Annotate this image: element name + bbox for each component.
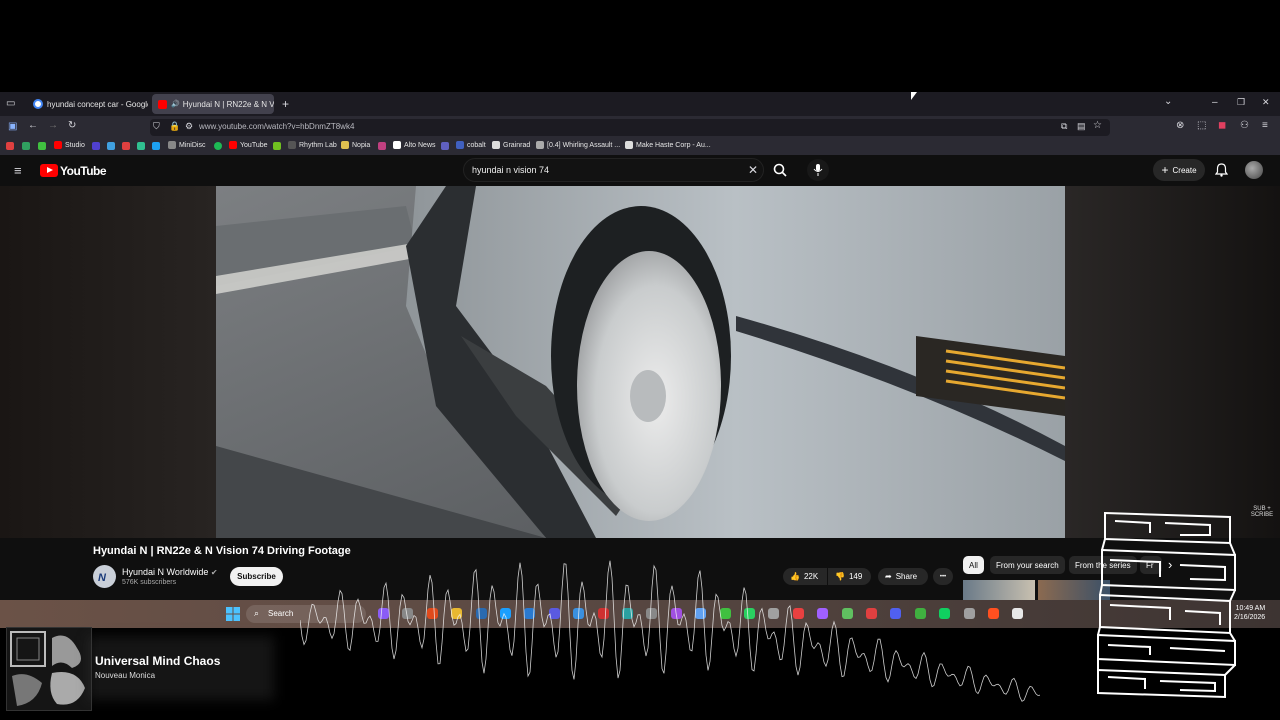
- bookmark-favicon-icon[interactable]: [137, 142, 145, 150]
- bookmark-studio[interactable]: Studio: [54, 141, 85, 149]
- cobalt-icon: [456, 141, 464, 149]
- notifications-bell-icon[interactable]: [1215, 163, 1228, 177]
- song-artist: Nouveau Monica: [95, 671, 156, 680]
- list-all-tabs-button[interactable]: ⌄: [1164, 97, 1172, 107]
- new-tab-button[interactable]: +: [282, 98, 289, 110]
- bookmark-grainrad[interactable]: Grainrad: [492, 141, 530, 149]
- back-button[interactable]: ←: [28, 121, 38, 131]
- subscribe-button[interactable]: Subscribe: [230, 567, 283, 586]
- google-favicon-icon: [33, 99, 43, 109]
- clear-search-icon[interactable]: ✕: [748, 164, 758, 176]
- rhythm-lab-icon: [288, 141, 296, 149]
- verified-badge-icon: ✔: [210, 568, 218, 577]
- youtube-logo-play-icon: [47, 167, 53, 173]
- tab-youtube-active[interactable]: 🔊 Hyundai N | RN22e & N Vi ✕: [152, 94, 274, 114]
- maximize-button[interactable]: ❐: [1237, 98, 1245, 107]
- ambient-glow-right: [1065, 186, 1280, 538]
- subscribe-watermark[interactable]: SUB + SCRIBE: [1250, 506, 1274, 518]
- bookmark-minidisc[interactable]: MiniDisc: [168, 141, 205, 149]
- bookmark-whirling-assault[interactable]: [0.4] Whirling Assault ...: [536, 141, 620, 149]
- studio-icon: [54, 141, 62, 149]
- subscriber-count: 576K subscribers: [122, 579, 177, 586]
- plus-icon: +: [1161, 163, 1169, 177]
- extension-badge-icon[interactable]: ◼: [1218, 121, 1226, 131]
- bookmark-nopia[interactable]: Nopia: [341, 141, 370, 149]
- minidisc-icon: [168, 141, 176, 149]
- create-button[interactable]: + Create: [1153, 159, 1205, 181]
- bookmark-rhythm-lab[interactable]: Rhythm Lab: [288, 141, 337, 149]
- bookmark-star-icon[interactable]: ☆: [1093, 121, 1102, 131]
- taskbar-search-icon: ⌕: [254, 608, 260, 618]
- channel-name[interactable]: Hyundai N Worldwide ✔: [122, 567, 218, 577]
- reader-view-icon[interactable]: ▤: [1077, 122, 1086, 131]
- permissions-icon[interactable]: ⚙: [185, 122, 193, 131]
- nopia-icon: [341, 141, 349, 149]
- bookmark-alto-news[interactable]: Alto News: [393, 141, 436, 149]
- bookmark-favicon-icon[interactable]: [441, 142, 449, 150]
- create-label: Create: [1172, 165, 1197, 175]
- reload-button[interactable]: ↻: [68, 121, 76, 131]
- bookmark-favicon-icon[interactable]: [6, 142, 14, 150]
- whirling-assault-icon: [536, 141, 544, 149]
- grainrad-icon: [492, 141, 500, 149]
- bookmark-favicon-icon[interactable]: [152, 142, 160, 150]
- bookmark-cobalt[interactable]: cobalt: [456, 141, 486, 149]
- tab-overview-icon[interactable]: ▭: [6, 99, 15, 109]
- search-input[interactable]: hyundai n vision 74: [472, 165, 549, 175]
- bookmark-make-haste[interactable]: Make Haste Corp - Au...: [625, 141, 711, 149]
- spotify-icon[interactable]: [214, 142, 222, 150]
- ambient-glow-left: [0, 186, 216, 538]
- minimize-button[interactable]: –: [1212, 98, 1218, 108]
- channel-avatar[interactable]: N: [93, 565, 116, 588]
- bookmark-favicon-icon[interactable]: [92, 142, 100, 150]
- video-player[interactable]: [216, 186, 1065, 538]
- forward-button[interactable]: →: [48, 121, 58, 131]
- bookmark-favicon-icon[interactable]: [273, 142, 281, 150]
- tab-title: Hyundai N | RN22e & N Vi: [182, 99, 274, 109]
- tab-google-search[interactable]: hyundai concept car - Google S ✕: [27, 94, 148, 114]
- mouse-cursor-icon: [911, 92, 917, 100]
- microphone-icon: [813, 164, 823, 176]
- extensions-icon[interactable]: ⬚: [1197, 121, 1206, 131]
- menu-icon[interactable]: ≡: [1262, 121, 1268, 131]
- youtube-favicon-icon: [158, 99, 167, 109]
- bookmark-favicon-icon[interactable]: [122, 142, 130, 150]
- now-playing-backdrop: [88, 636, 274, 700]
- audio-playing-icon[interactable]: 🔊: [171, 100, 180, 108]
- album-art-image: [6, 627, 92, 711]
- ublock-icon[interactable]: ⊗: [1176, 121, 1184, 131]
- close-window-button[interactable]: ✕: [1262, 98, 1270, 107]
- svg-text:N: N: [98, 572, 107, 584]
- windows-start-icon[interactable]: [226, 607, 240, 621]
- lock-icon[interactable]: 🔒: [169, 122, 180, 131]
- account-avatar[interactable]: [1245, 161, 1263, 179]
- make-haste-icon: [625, 141, 633, 149]
- video-frame-car-image: [216, 186, 1065, 538]
- bookmark-favicon-icon[interactable]: [38, 142, 46, 150]
- bookmark-favicon-icon[interactable]: [107, 142, 115, 150]
- song-title: Universal Mind Chaos: [95, 654, 221, 668]
- sidebar-icon[interactable]: ▣: [8, 122, 17, 132]
- bookmark-youtube[interactable]: YouTube: [229, 141, 268, 149]
- bookmark-favicon-icon[interactable]: [22, 142, 30, 150]
- alto-news-icon: [393, 141, 401, 149]
- audio-waveform-overlay: [300, 560, 1040, 702]
- hyundai-n-logo-icon: N: [98, 572, 107, 584]
- youtube-logo-text[interactable]: YouTube: [60, 164, 107, 178]
- search-icon[interactable]: [773, 163, 787, 177]
- picture-in-picture-icon[interactable]: ⧉: [1061, 122, 1067, 131]
- account-icon[interactable]: ⚇: [1240, 121, 1249, 131]
- url-text[interactable]: www.youtube.com/watch?v=hbDnmZT8wk4: [199, 122, 354, 131]
- maze-cube-overlay: [1097, 511, 1236, 699]
- youtube-icon: [229, 141, 237, 149]
- hamburger-menu-icon[interactable]: ≡: [14, 164, 22, 177]
- shield-icon[interactable]: ⛉: [153, 122, 160, 131]
- taskbar-search-label: Search: [268, 609, 294, 618]
- tab-title: hyundai concept car - Google S: [47, 99, 148, 109]
- bookmark-favicon-icon[interactable]: [378, 142, 386, 150]
